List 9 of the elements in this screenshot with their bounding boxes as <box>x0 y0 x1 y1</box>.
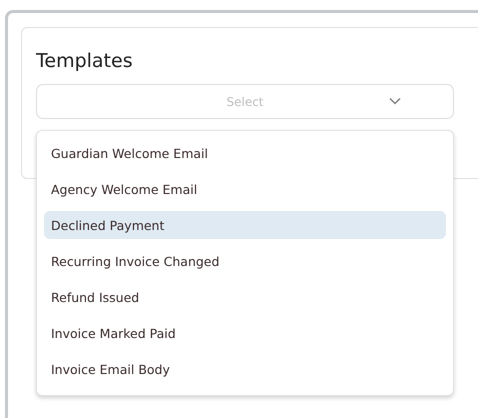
dropdown-option[interactable]: Refund Issued <box>44 283 446 311</box>
dropdown-option[interactable]: Guardian Welcome Email <box>44 139 446 167</box>
dropdown-option[interactable]: Agency Welcome Email <box>44 175 446 203</box>
chevron-down-icon <box>389 97 401 105</box>
card-title: Templates <box>36 50 134 72</box>
dropdown-option[interactable]: Recurring Invoice Changed <box>44 247 446 275</box>
dropdown-option[interactable]: Declined Payment <box>44 211 446 239</box>
dropdown-option[interactable]: Invoice Email Body <box>44 355 446 383</box>
dropdown-option[interactable]: Invoice Marked Paid <box>44 319 446 347</box>
